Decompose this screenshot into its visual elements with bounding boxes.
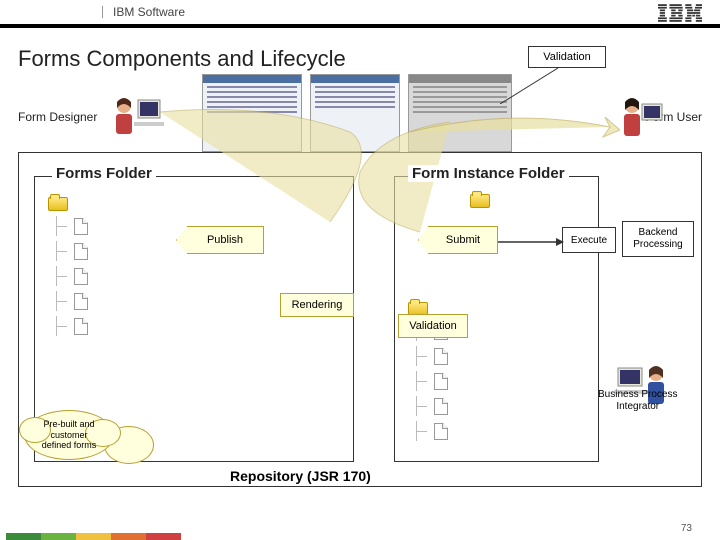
slide-title: Forms Components and Lifecycle [18, 46, 720, 72]
backend-processing-box: Backend Processing [622, 221, 694, 257]
page-number: 73 [681, 523, 692, 534]
submit-to-execute-arrow [498, 232, 568, 252]
validation-mid-box: Validation [398, 314, 468, 338]
submit-arrow: Submit [418, 226, 498, 254]
repository-label: Repository (JSR 170) [230, 468, 371, 484]
file-icon [74, 318, 88, 335]
form-to-user-arrow [400, 102, 620, 162]
header-divider [102, 6, 103, 18]
form-user-person-icon [612, 94, 667, 142]
publish-arrow: Publish [176, 226, 264, 254]
form-designer-label: Form Designer [18, 110, 97, 124]
forms-folder-title: Forms Folder [52, 165, 156, 182]
file-icon [434, 423, 448, 440]
header-bar: IBM Software [0, 0, 720, 28]
file-icon [434, 398, 448, 415]
instance-top-folder [470, 194, 490, 213]
ibm-logo [658, 4, 702, 27]
footer: 73 [0, 522, 720, 540]
execute-box: Execute [562, 227, 616, 253]
diagram-canvas: Forms Components and Lifecycle Validatio… [0, 32, 720, 520]
file-icon [74, 243, 88, 260]
form-instance-folder-title: Form Instance Folder [408, 165, 569, 182]
validation-top-box: Validation [528, 46, 606, 68]
forms-tree [48, 197, 88, 341]
business-process-integrator-label: Business Process Integrator [598, 389, 677, 413]
prebuilt-forms-cloud: Pre-built and customer defined forms [24, 410, 114, 460]
folder-icon [48, 197, 68, 211]
file-icon [74, 293, 88, 310]
header-software-label: IBM Software [113, 5, 185, 19]
rendering-box: Rendering [280, 293, 354, 317]
file-icon [74, 268, 88, 285]
file-icon [434, 373, 448, 390]
file-icon [434, 348, 448, 365]
file-icon [74, 218, 88, 235]
